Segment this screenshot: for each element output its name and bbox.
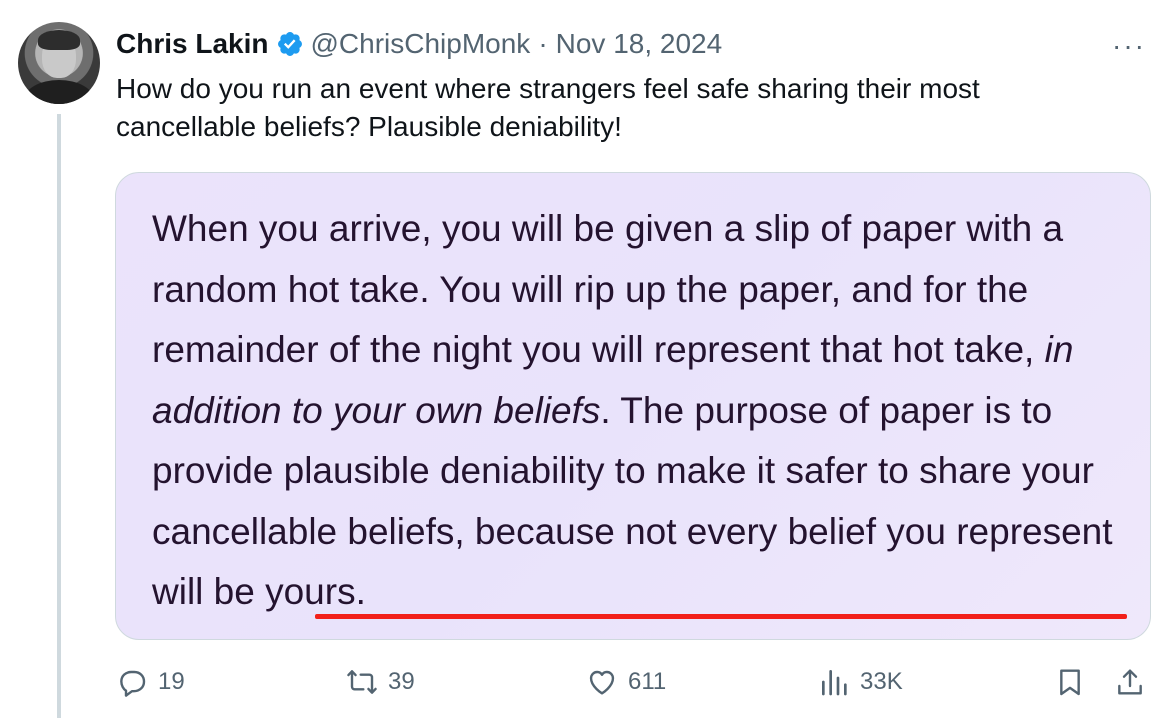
tweet-header: Chris Lakin @ChrisChipMonk · Nov 18, 202…	[116, 26, 722, 62]
reply-button[interactable]: 19	[116, 666, 185, 698]
thread-line	[57, 114, 61, 718]
avatar[interactable]	[18, 22, 100, 104]
more-options-icon[interactable]: ···	[1112, 30, 1146, 62]
quote-text-part1: When you arrive, you will be given a sli…	[152, 208, 1064, 370]
repost-button[interactable]: 39	[346, 666, 415, 698]
action-bar: 19 39 611 33K	[0, 660, 1170, 710]
heart-icon	[589, 670, 615, 695]
red-underline	[315, 614, 1127, 619]
tweet-text: How do you run an event where strangers …	[116, 73, 980, 142]
author-name[interactable]: Chris Lakin	[116, 28, 268, 60]
repost-count: 39	[388, 668, 415, 695]
share-icon	[1118, 669, 1142, 695]
author-handle[interactable]: @ChrisChipMonk	[310, 28, 530, 60]
views-chart-icon	[822, 670, 847, 696]
tweet-date[interactable]: Nov 18, 2024	[556, 28, 723, 60]
verified-badge-icon	[276, 30, 304, 58]
reply-count: 19	[158, 668, 185, 695]
bookmark-button[interactable]	[1054, 666, 1086, 698]
repost-icon	[347, 670, 377, 694]
reply-icon	[120, 670, 146, 697]
like-button[interactable]: 611	[586, 666, 666, 698]
like-count: 611	[628, 668, 667, 695]
bookmark-icon	[1060, 669, 1080, 696]
avatar-shoulders	[24, 80, 94, 104]
share-button[interactable]	[1114, 666, 1146, 698]
quote-image-card[interactable]: When you arrive, you will be given a sli…	[115, 172, 1151, 640]
separator-dot: ·	[538, 28, 548, 59]
views-count: 33K	[860, 668, 903, 695]
quote-text: When you arrive, you will be given a sli…	[152, 199, 1142, 623]
avatar-hair	[38, 30, 80, 50]
views-button[interactable]: 33K	[818, 666, 903, 698]
